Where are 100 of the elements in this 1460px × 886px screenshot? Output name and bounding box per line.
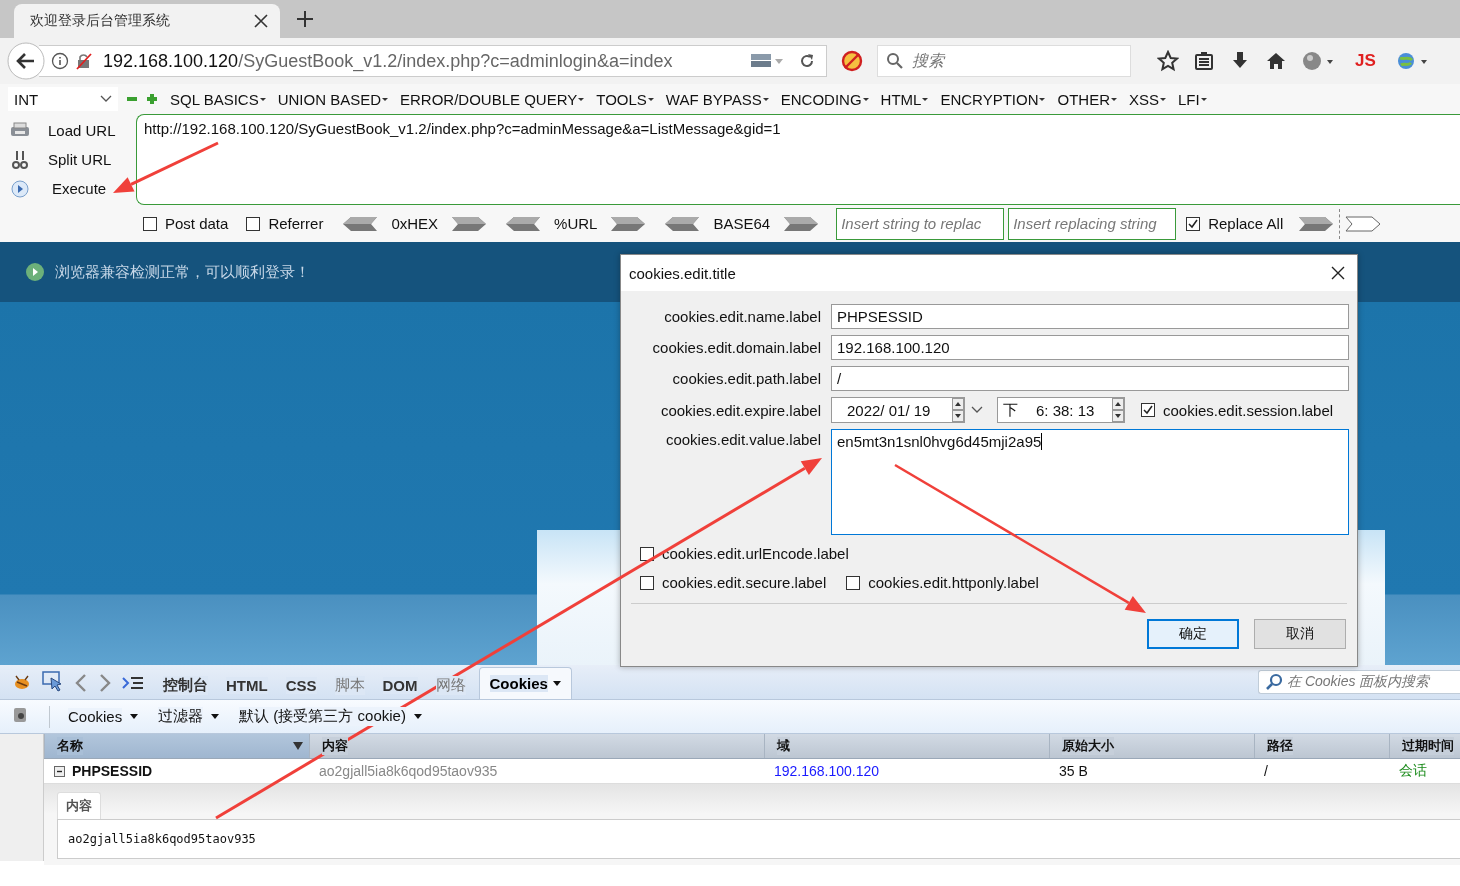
menu-item[interactable]: XSS xyxy=(1129,90,1166,108)
checkbox-label: cookies.edit.urlEncode.label xyxy=(662,545,849,562)
panel-tab[interactable]: CSS xyxy=(276,671,326,699)
url-text: 192.168.100.120/SyGuestBook_v1.2/index.php?c=adminlogin&a=index xyxy=(103,50,673,72)
action-button[interactable]: Load URL xyxy=(48,122,116,139)
checkbox-label: cookies.edit.secure.label xyxy=(662,574,827,591)
inspect-icon[interactable] xyxy=(42,671,64,693)
field-label: cookies.edit.expire.label xyxy=(659,401,821,419)
browser-tab[interactable]: 欢迎登录后台管理系统 xyxy=(14,4,280,38)
right-chevron-button[interactable] xyxy=(1344,215,1383,232)
table-cell: PHPSESSID xyxy=(72,763,153,779)
column-header[interactable]: 名称 xyxy=(44,734,309,758)
cookie-value-text: ao2gjall5ia8k6qod95taov935 xyxy=(68,832,256,846)
search-icon xyxy=(886,52,904,70)
action-button[interactable]: Split URL xyxy=(48,151,112,168)
menu-item[interactable]: ENCRYPTION xyxy=(940,90,1046,108)
menu-item[interactable]: SQL BASICS xyxy=(170,90,266,108)
info-icon xyxy=(51,52,69,70)
close-icon[interactable] xyxy=(254,14,268,28)
js-button[interactable]: JS xyxy=(1355,51,1376,71)
input-field[interactable]: 192.168.100.120 xyxy=(831,335,1349,360)
column-header[interactable]: 路径 xyxy=(1254,734,1389,758)
globe-icon[interactable] xyxy=(1301,50,1335,72)
menu-item[interactable]: TOOLS xyxy=(596,90,654,108)
forward-icon[interactable] xyxy=(98,673,112,693)
globe-icon[interactable] xyxy=(1395,50,1430,72)
column-header[interactable]: 内容 xyxy=(309,734,764,758)
checkbox[interactable] xyxy=(846,575,861,590)
checkbox[interactable] xyxy=(143,216,157,231)
encoder-label: BASE64 xyxy=(713,215,771,232)
chevron-icon[interactable] xyxy=(971,406,983,414)
type-dropdown[interactable]: INT xyxy=(8,87,118,111)
url-field[interactable]: http://192.168.100.120/SyGuestBook_v1.2/index.php?c=adminMessage&a=ListMessage&gid=1 xyxy=(136,114,1460,205)
field-label: cookies.edit.domain.label xyxy=(651,339,821,356)
sort-arrow-icon xyxy=(293,742,303,750)
table-cell: ao2gjall5ia8k6qod95taov935 xyxy=(319,763,498,779)
menu-item[interactable]: OTHER xyxy=(1057,90,1117,108)
menu-item[interactable]: HTML xyxy=(880,90,929,108)
panel-tab[interactable]: Cookies xyxy=(478,667,572,699)
replace-field[interactable]: Insert string to replac xyxy=(836,207,1005,240)
star-icon[interactable] xyxy=(1157,50,1179,72)
menu-item[interactable]: WAF BYPASS xyxy=(665,90,769,108)
left-chevron-button[interactable] xyxy=(341,215,380,232)
menu-item[interactable]: ENCODING xyxy=(780,90,869,108)
notice-text: 浏览器兼容检测正常，可以顺利登录！ xyxy=(55,262,310,282)
broken-lock-icon xyxy=(75,52,93,70)
value-field[interactable]: en5mt3n1snl0hvg6d45mji2a95 xyxy=(831,429,1349,535)
table-cell: / xyxy=(1264,763,1268,779)
collapse-icon[interactable] xyxy=(54,765,65,777)
checkbox[interactable] xyxy=(246,216,261,231)
field-label: cookies.edit.name.label xyxy=(663,308,821,325)
column-header[interactable]: 域 xyxy=(764,734,1049,758)
checkbox[interactable] xyxy=(640,575,654,590)
close-icon[interactable] xyxy=(1331,266,1345,280)
dialog-title: cookies.edit.title xyxy=(629,264,736,282)
checkbox-label: Post data xyxy=(165,215,229,232)
checkbox[interactable] xyxy=(1141,403,1155,417)
ok-button[interactable]: 确定 xyxy=(1147,619,1239,649)
menu-item[interactable]: LFI xyxy=(1178,90,1207,108)
panel-tab[interactable]: HTML xyxy=(217,671,277,699)
panel-tab[interactable]: DOM xyxy=(373,671,427,699)
table-cell[interactable]: 192.168.100.120 xyxy=(774,763,880,779)
time-field[interactable]: 下 xyxy=(1003,400,1018,420)
detail-tab[interactable]: 内容 xyxy=(57,792,101,819)
menu-item[interactable]: UNION BASED xyxy=(277,90,388,108)
search-field[interactable]: 在 Cookies 面板内搜索 xyxy=(1258,670,1460,694)
address-bar[interactable]: 192.168.100.120/SyGuestBook_v1.2/index.php?c=adminlogin&a=index xyxy=(39,45,827,77)
spin-buttons[interactable] xyxy=(952,398,964,422)
reload-icon[interactable] xyxy=(798,52,816,70)
blocked-script-icon[interactable] xyxy=(841,50,863,72)
play-icon xyxy=(10,178,30,199)
cancel-button[interactable]: 取消 xyxy=(1254,619,1346,649)
input-field[interactable]: / xyxy=(831,366,1349,391)
checkbox[interactable] xyxy=(1186,216,1201,231)
checkbox-label: cookies.edit.httponly.label xyxy=(868,574,1039,591)
input-field[interactable]: PHPSESSID xyxy=(831,304,1349,329)
play-icon xyxy=(26,263,44,281)
field-label: cookies.edit.path.label xyxy=(671,370,821,387)
left-chevron-button[interactable] xyxy=(504,215,543,232)
chevron-icon xyxy=(100,95,112,103)
encoder-label: %URL xyxy=(554,215,598,232)
left-chevron-button[interactable] xyxy=(663,215,702,232)
checkbox-label: cookies.edit.session.label xyxy=(1163,401,1334,419)
home-icon[interactable] xyxy=(1265,50,1287,72)
replace-field[interactable]: Insert replacing string xyxy=(1008,207,1177,240)
plus-icon[interactable] xyxy=(146,93,158,105)
new-tab-icon[interactable] xyxy=(296,10,314,28)
menu-item[interactable]: ERROR/DOUBLE QUERY xyxy=(400,90,585,108)
checkbox-label: Referrer xyxy=(268,215,324,232)
scissors-icon xyxy=(10,149,30,170)
field-label: cookies.edit.value.label xyxy=(664,430,821,448)
search-field[interactable]: 搜索 xyxy=(877,45,1131,77)
table-cell: 会话 xyxy=(1399,762,1427,780)
action-button[interactable]: Execute xyxy=(52,180,107,197)
column-header[interactable]: 原始大小 xyxy=(1049,734,1254,758)
time-field[interactable]: 6: 38: 13 xyxy=(1036,401,1095,419)
checkbox[interactable] xyxy=(640,546,654,561)
spin-buttons[interactable] xyxy=(1112,398,1124,422)
back-icon[interactable] xyxy=(7,42,45,80)
reading-list-icon[interactable] xyxy=(1193,50,1215,72)
